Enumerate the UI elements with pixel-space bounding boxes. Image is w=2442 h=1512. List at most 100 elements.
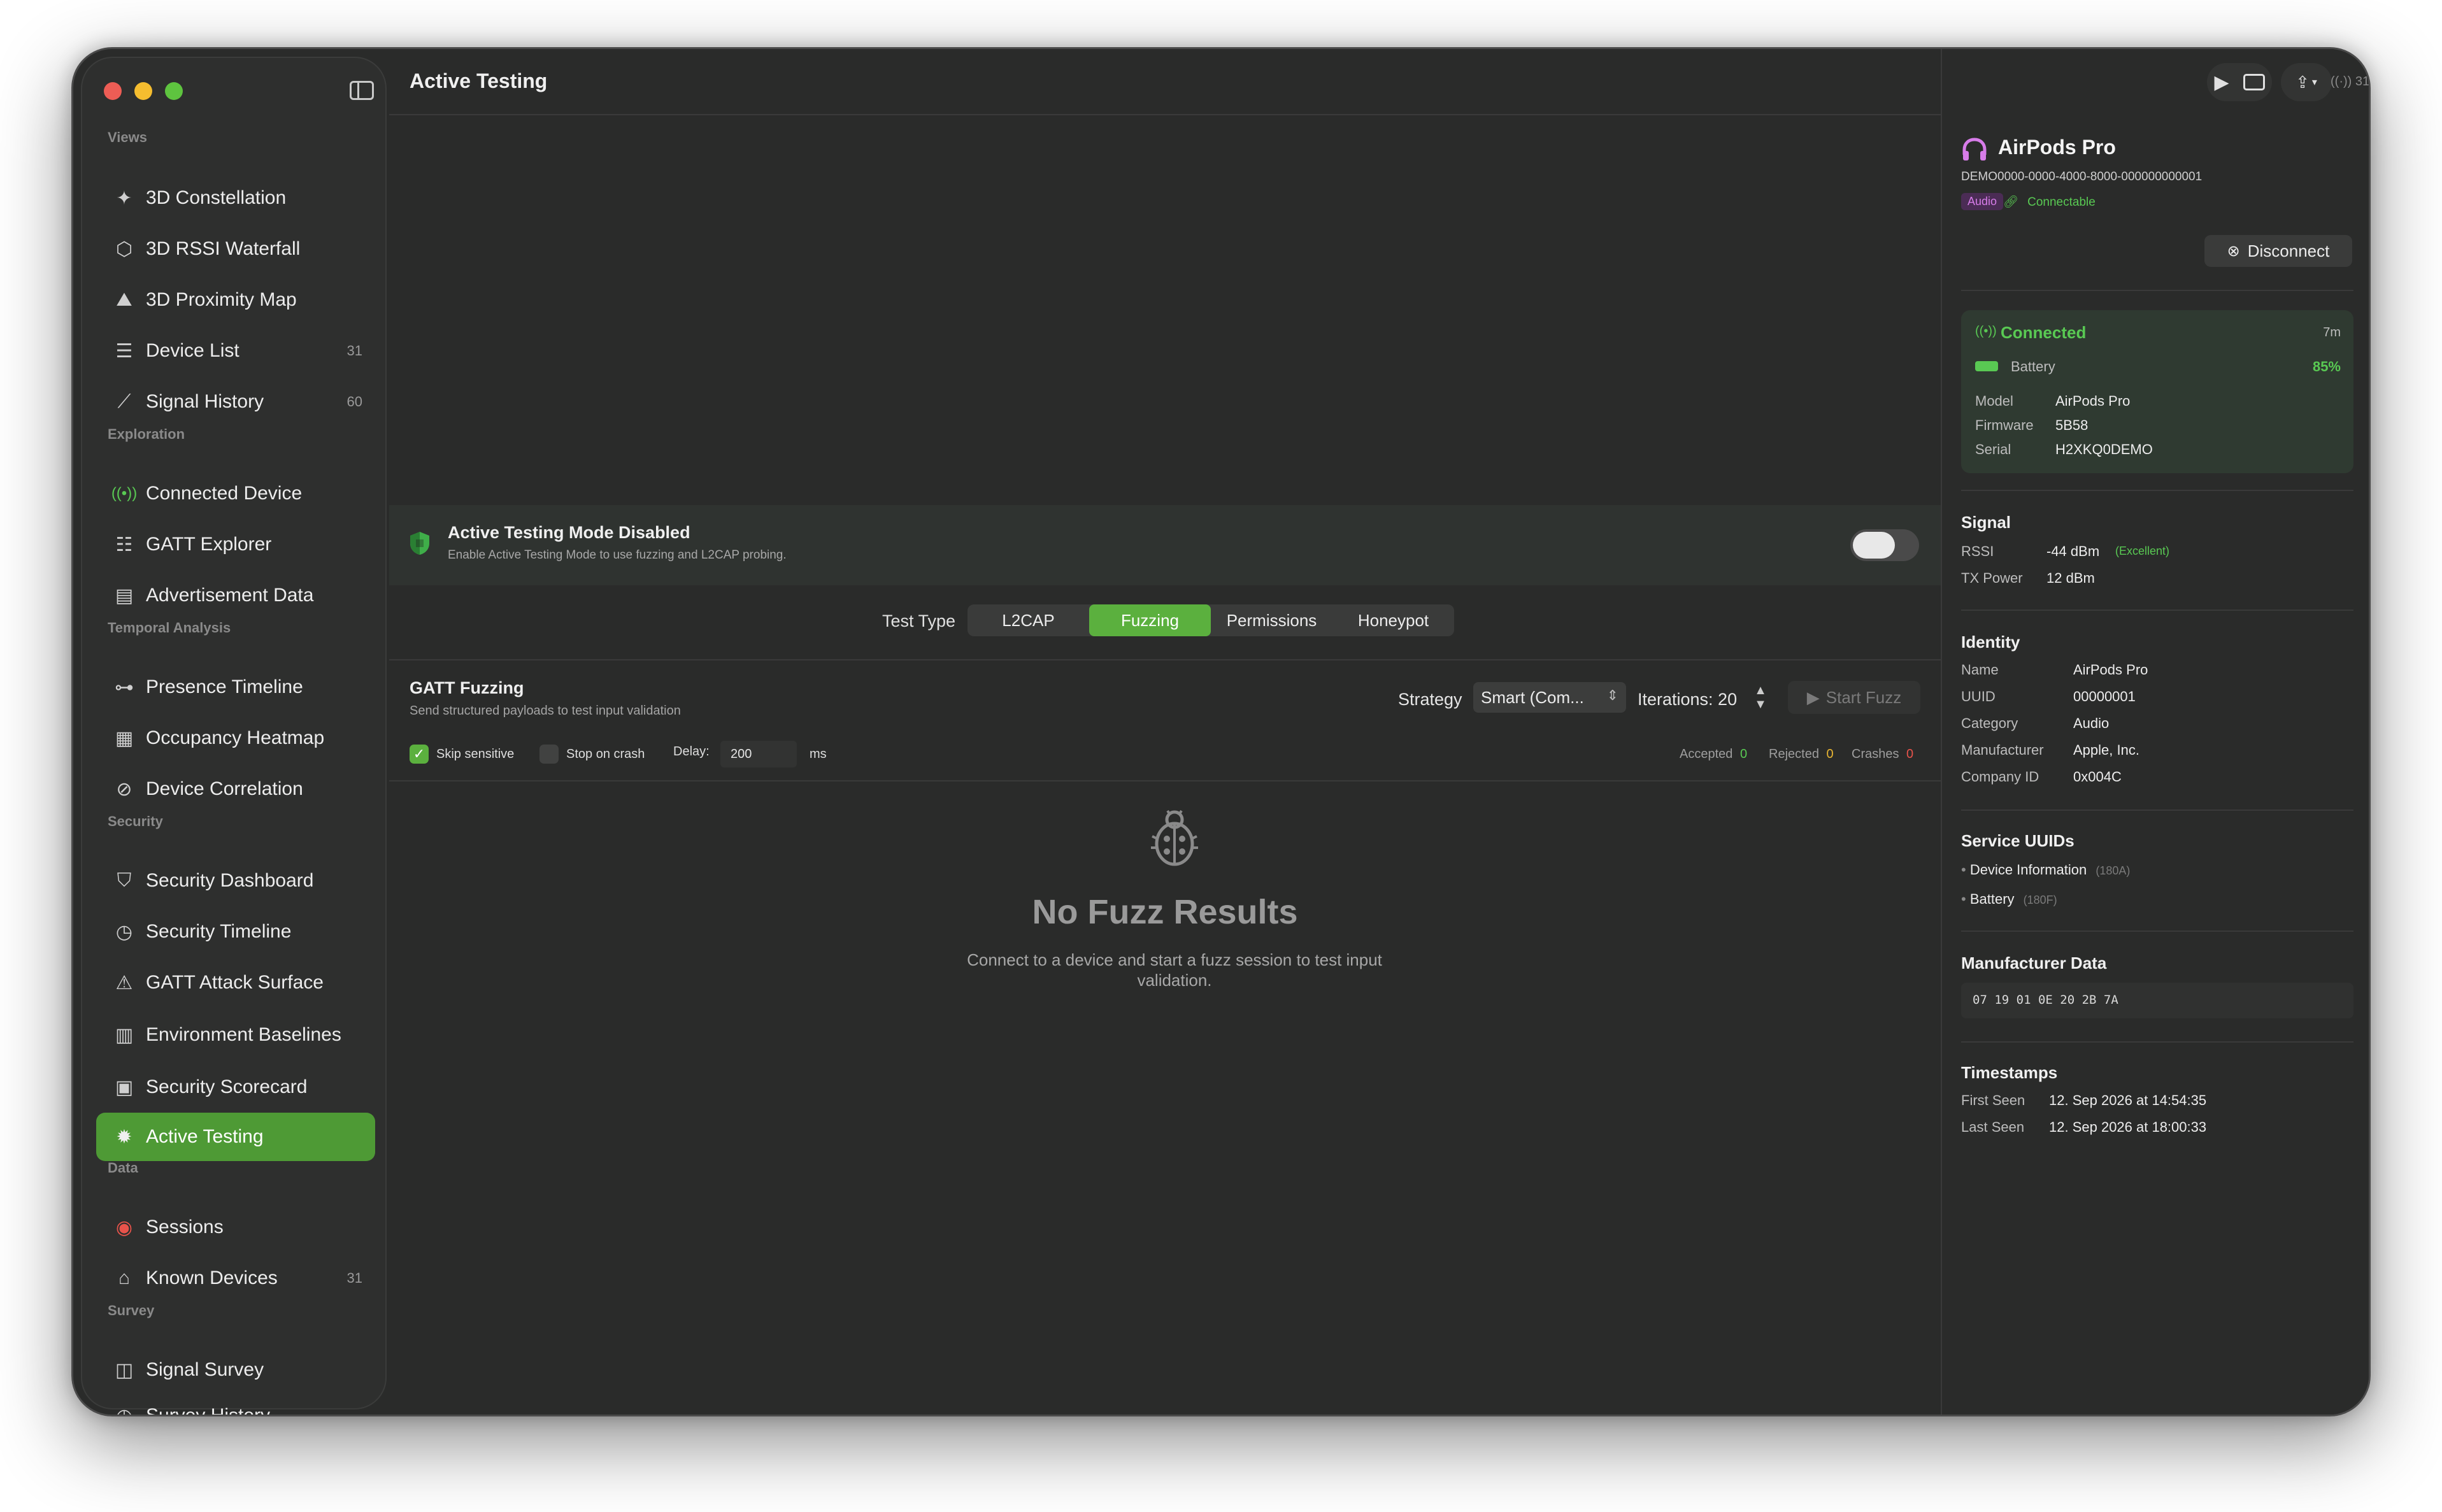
services-section-title: Service UUIDs: [1961, 831, 2074, 850]
active-testing-toggle[interactable]: [1850, 529, 1919, 561]
sidebar-item-occupancy-heatmap[interactable]: ▦ Occupancy Heatmap: [96, 714, 375, 762]
sidebar-item-environment-baselines[interactable]: ▥ Environment Baselines: [96, 1011, 375, 1059]
sidebar-item-gatt-attack-surface[interactable]: ⚠ GATT Attack Surface: [96, 959, 375, 1007]
signal-section-title: Signal: [1961, 513, 2011, 532]
divider: [389, 780, 1941, 781]
segment-permissions[interactable]: Permissions: [1211, 604, 1332, 636]
battery-value: 85%: [2312, 359, 2341, 374]
model-value: AirPods Pro: [2055, 393, 2131, 409]
sidebar-item-label: GATT Explorer: [146, 534, 272, 555]
sidebar-item-signal-history[interactable]: ⟋ Signal History 60: [96, 378, 375, 426]
share-menu-button[interactable]: ⇪ ▾: [2281, 63, 2332, 101]
toggle-sidebar-button[interactable]: [350, 81, 374, 100]
service-name: Battery: [1969, 891, 2015, 907]
sidebar-item-security-scorecard[interactable]: ▣ Security Scorecard: [96, 1063, 375, 1111]
device-uuid: DEMO0000-0000-4000-8000-000000000001: [1961, 170, 2203, 183]
sidebar-item-survey-history[interactable]: ◴ Survey History: [96, 1397, 375, 1416]
identity-label: Name: [1961, 662, 1999, 678]
segment-l2cap[interactable]: L2CAP: [968, 604, 1089, 636]
history-count-badge: 60: [346, 394, 362, 410]
identity-label: Category: [1961, 715, 2018, 731]
stop-on-crash-checkbox[interactable]: [539, 745, 559, 764]
map-icon: ◫: [115, 1359, 134, 1381]
skip-sensitive-label: Skip sensitive: [436, 746, 515, 761]
sidebar-item-3d-proximity-map[interactable]: ⛰ 3D Proximity Map: [96, 276, 375, 324]
toolbar-group: ▶: [2207, 63, 2272, 101]
timestamps-section-title: Timestamps: [1961, 1063, 2058, 1082]
sidebar-item-label: Device List: [146, 340, 239, 361]
shield-check-icon: [410, 532, 429, 555]
sidebar-item-active-testing[interactable]: ✹ Active Testing: [96, 1113, 375, 1161]
sidebar-item-label: Security Scorecard: [146, 1076, 308, 1097]
accepted-label: Accepted: [1680, 747, 1733, 761]
chevron-updown-icon: ⇕: [1606, 687, 1618, 703]
close-window-button[interactable]: [104, 82, 122, 100]
sidebar-item-label: Environment Baselines: [146, 1024, 341, 1045]
document-icon: ▤: [115, 585, 134, 606]
sidebar-item-3d-constellation[interactable]: ✦ 3D Constellation: [96, 174, 375, 222]
minimize-window-button[interactable]: [134, 82, 152, 100]
sidebar-item-device-list[interactable]: ☰ Device List 31: [96, 327, 375, 375]
stop-on-crash-option[interactable]: Stop on crash: [539, 745, 645, 764]
sidebar-item-security-dashboard[interactable]: ⛉ Security Dashboard: [96, 857, 375, 905]
delay-input[interactable]: 200: [720, 741, 797, 767]
disconnect-button[interactable]: ⊗ Disconnect: [2204, 235, 2352, 267]
rssi-quality: (Excellent): [2115, 545, 2170, 557]
tx-power-label: TX Power: [1961, 570, 2023, 586]
divider: [1961, 931, 2353, 932]
service-item: • Battery (180F): [1961, 891, 2057, 907]
tx-power-value: 12 dBm: [2046, 570, 2095, 586]
sidebar-item-presence-timeline[interactable]: ⊶ Presence Timeline: [96, 663, 375, 711]
disconnect-label: Disconnect: [2247, 241, 2330, 260]
antenna-icon: ((•)): [1975, 324, 1997, 338]
sidebar-item-gatt-explorer[interactable]: ☷ GATT Explorer: [96, 520, 375, 569]
service-uuid: (180F): [2023, 894, 2057, 906]
empty-state-subtitle: Connect to a device and start a fuzz ses…: [967, 950, 1382, 990]
start-fuzz-button[interactable]: ▶ Start Fuzz: [1788, 681, 1920, 714]
sidebar-item-label: 3D Proximity Map: [146, 289, 297, 310]
stop-on-crash-label: Stop on crash: [566, 746, 645, 761]
segment-fuzzing[interactable]: Fuzzing: [1089, 604, 1211, 636]
sidebar-item-connected-device[interactable]: ((•)) Connected Device: [96, 469, 375, 518]
close-circle-icon: ⊗: [2227, 242, 2240, 260]
divider: [1961, 290, 2353, 291]
sidebar-item-sessions[interactable]: ◉ Sessions: [96, 1203, 375, 1252]
share-icon: ⇪: [2296, 72, 2310, 92]
zoom-window-button[interactable]: [165, 82, 183, 100]
sidebar-item-advertisement-data[interactable]: ▤ Advertisement Data: [96, 571, 375, 620]
service-uuid: (180A): [2096, 864, 2131, 877]
sidebar-item-device-correlation[interactable]: ⊘ Device Correlation: [96, 765, 375, 813]
sidebar-item-known-devices[interactable]: ⌂ Known Devices 31: [96, 1254, 375, 1302]
firmware-label: Firmware: [1975, 417, 2034, 433]
identity-label: Manufacturer: [1961, 742, 2044, 758]
antenna-icon: ((·)): [2331, 75, 2352, 89]
skip-sensitive-checkbox[interactable]: ✓: [410, 745, 429, 764]
strategy-value: Smart (Com...: [1481, 688, 1584, 707]
section-title-security: Security: [108, 813, 163, 829]
segment-honeypot[interactable]: Honeypot: [1332, 604, 1454, 636]
history-icon: ◴: [115, 1405, 133, 1416]
iterations-stepper[interactable]: ▲ ▼: [1751, 683, 1770, 714]
section-title-survey: Survey: [108, 1302, 155, 1318]
page-title: Active Testing: [410, 69, 548, 92]
play-icon[interactable]: ▶: [2214, 71, 2229, 94]
toolbar-divider: [389, 114, 1941, 115]
connection-card: ((•)) Connected 7m Battery 85% Model Air…: [1961, 310, 2353, 473]
skip-sensitive-option[interactable]: ✓ Skip sensitive: [410, 745, 514, 764]
sidebar-right-icon[interactable]: [2243, 74, 2265, 90]
identity-label: UUID: [1961, 688, 1996, 704]
iterations-label: Iterations: 20: [1638, 690, 1738, 709]
strategy-select[interactable]: Smart (Com... ⇕: [1473, 682, 1626, 713]
cube-icon: ⬡: [115, 238, 133, 260]
sidebar-item-label: Security Timeline: [146, 921, 292, 942]
sidebar-item-3d-rssi-waterfall[interactable]: ⬡ 3D RSSI Waterfall: [96, 225, 375, 273]
section-title-data: Data: [108, 1160, 138, 1176]
section-title-temporal-analysis: Temporal Analysis: [108, 620, 231, 636]
test-type-segmented-control: L2CAP Fuzzing Permissions Honeypot: [968, 604, 1454, 636]
sidebar-item-label: Signal Survey: [146, 1359, 264, 1380]
sidebar-item-security-timeline[interactable]: ◷ Security Timeline: [96, 908, 375, 956]
toolbar-count-value: 31: [2355, 75, 2370, 89]
tray-icon: ⌂: [118, 1267, 131, 1288]
sidebar-item-signal-survey[interactable]: ◫ Signal Survey: [96, 1346, 375, 1394]
rssi-value: -44 dBm: [2046, 543, 2100, 559]
